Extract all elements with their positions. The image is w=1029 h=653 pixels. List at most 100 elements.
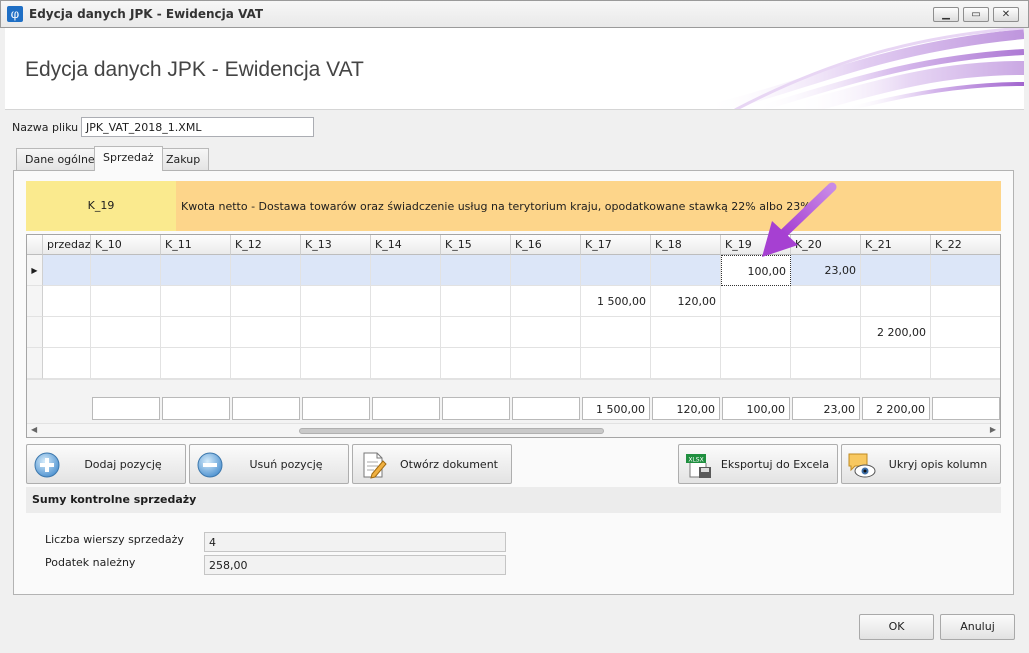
grid-cell[interactable] — [931, 255, 1000, 286]
column-header-k-12[interactable]: K_12 — [231, 235, 301, 255]
grid-cell[interactable] — [931, 348, 1000, 379]
scroll-left-icon[interactable]: ◀ — [31, 425, 37, 434]
grid-cell[interactable] — [161, 317, 231, 348]
grid-cell[interactable] — [231, 286, 301, 317]
grid-cell[interactable] — [371, 255, 441, 286]
column-header-k-19[interactable]: K_19 — [721, 235, 791, 255]
grid-cell[interactable]: 120,00 — [651, 286, 721, 317]
grid-cell[interactable] — [651, 348, 721, 379]
row-selector[interactable] — [27, 317, 43, 348]
rows-count-label: Liczba wierszy sprzedaży — [45, 533, 184, 546]
grid-cell[interactable] — [371, 286, 441, 317]
grid-cell[interactable]: 1 500,00 — [581, 286, 651, 317]
ok-button[interactable]: OK — [859, 614, 934, 640]
grid-cell[interactable] — [791, 286, 861, 317]
grid-cell[interactable] — [511, 317, 581, 348]
window-title: Edycja danych JPK - Ewidencja VAT — [29, 7, 264, 21]
export-excel-button[interactable]: XLSX Eksportuj do Excela — [678, 444, 838, 484]
grid-cell[interactable] — [441, 286, 511, 317]
column-header-k-10[interactable]: K_10 — [91, 235, 161, 255]
banner-swirl-decoration — [703, 28, 1024, 109]
cancel-button[interactable]: Anuluj — [940, 614, 1015, 640]
grid-cell[interactable]: 23,00 — [791, 255, 861, 286]
excel-export-icon: XLSX — [686, 454, 711, 478]
grid-cell[interactable] — [301, 286, 371, 317]
grid-cell[interactable] — [931, 317, 1000, 348]
grid-cell[interactable]: 100,00 — [721, 255, 791, 286]
column-header-przedazy[interactable]: przedazy — [43, 235, 91, 255]
minimize-button[interactable]: ▁ — [933, 7, 959, 22]
grid-cell[interactable] — [441, 348, 511, 379]
grid-cell[interactable] — [91, 317, 161, 348]
remove-position-button[interactable]: Usuń pozycję — [189, 444, 349, 484]
row-selector[interactable] — [27, 286, 43, 317]
grid-cell[interactable] — [791, 317, 861, 348]
grid-cell[interactable] — [721, 348, 791, 379]
grid-cell[interactable] — [91, 348, 161, 379]
grid-cell[interactable] — [581, 317, 651, 348]
grid-cell[interactable] — [581, 255, 651, 286]
grid-cell[interactable] — [441, 255, 511, 286]
column-header-k-14[interactable]: K_14 — [371, 235, 441, 255]
scroll-right-icon[interactable]: ▶ — [990, 425, 996, 434]
column-header-k-13[interactable]: K_13 — [301, 235, 371, 255]
grid-cell[interactable] — [161, 255, 231, 286]
grid-cell[interactable] — [91, 286, 161, 317]
grid-cell[interactable] — [301, 255, 371, 286]
open-document-button[interactable]: Otwórz dokument — [352, 444, 512, 484]
column-header-k-18[interactable]: K_18 — [651, 235, 721, 255]
column-header-k-16[interactable]: K_16 — [511, 235, 581, 255]
maximize-button[interactable]: ▭ — [963, 7, 989, 22]
summary-header: Sumy kontrolne sprzedaży — [26, 487, 1001, 513]
grid-cell[interactable] — [511, 348, 581, 379]
grid-cell[interactable] — [721, 317, 791, 348]
column-header-k-17[interactable]: K_17 — [581, 235, 651, 255]
grid-cell[interactable] — [301, 348, 371, 379]
grid-cell[interactable] — [231, 348, 301, 379]
grid-cell[interactable] — [231, 317, 301, 348]
grid-cell[interactable] — [371, 348, 441, 379]
grid-cell[interactable] — [43, 348, 91, 379]
horizontal-scrollbar[interactable]: ◀ ▶ — [27, 423, 1000, 437]
column-header-k-11[interactable]: K_11 — [161, 235, 231, 255]
grid-cell[interactable] — [43, 255, 91, 286]
tab-sales[interactable]: Sprzedaż — [94, 146, 163, 171]
scrollbar-thumb[interactable] — [299, 428, 604, 434]
tab-general-data[interactable]: Dane ogólne — [16, 148, 104, 170]
grid-cell[interactable] — [511, 286, 581, 317]
column-header-k-20[interactable]: K_20 — [791, 235, 861, 255]
tab-purchase[interactable]: Zakup — [157, 148, 210, 170]
grid-cell[interactable] — [91, 255, 161, 286]
grid-cell[interactable] — [931, 286, 1000, 317]
grid-cell[interactable] — [161, 348, 231, 379]
add-position-button[interactable]: Dodaj pozycję — [26, 444, 186, 484]
grid-cell[interactable] — [511, 255, 581, 286]
grid-cell[interactable] — [581, 348, 651, 379]
grid-cell[interactable] — [161, 286, 231, 317]
grid-cell[interactable] — [371, 317, 441, 348]
grid-cell[interactable] — [441, 317, 511, 348]
row-selector[interactable] — [27, 348, 43, 379]
grid-cell[interactable] — [861, 348, 931, 379]
grid-cell[interactable] — [861, 286, 931, 317]
grid-cell[interactable] — [651, 317, 721, 348]
column-header-k-21[interactable]: K_21 — [861, 235, 931, 255]
grid-cell[interactable] — [861, 255, 931, 286]
grid-cell[interactable] — [231, 255, 301, 286]
column-header-k-22[interactable]: K_22 — [931, 235, 1000, 255]
row-selector[interactable]: ▶ — [27, 255, 43, 286]
hide-column-description-button[interactable]: Ukryj opis kolumn — [841, 444, 1001, 484]
grid-cell[interactable]: 2 200,00 — [861, 317, 931, 348]
grid-cell[interactable] — [651, 255, 721, 286]
grid-cell[interactable] — [43, 317, 91, 348]
column-header-k-15[interactable]: K_15 — [441, 235, 511, 255]
grid-cell[interactable] — [721, 286, 791, 317]
file-name-field[interactable]: JPK_VAT_2018_1.XML — [81, 117, 314, 137]
sales-grid[interactable]: ◀ ▶ przedazyK_10K_11K_12K_13K_14K_15K_16… — [26, 234, 1001, 438]
grid-cell[interactable] — [43, 286, 91, 317]
xlsx-badge-text: XLSX — [688, 457, 703, 464]
grid-cell[interactable] — [301, 317, 371, 348]
grid-cell[interactable] — [791, 348, 861, 379]
title-bar: φ Edycja danych JPK - Ewidencja VAT ▁ ▭ … — [0, 0, 1029, 28]
close-button[interactable]: ✕ — [993, 7, 1019, 22]
